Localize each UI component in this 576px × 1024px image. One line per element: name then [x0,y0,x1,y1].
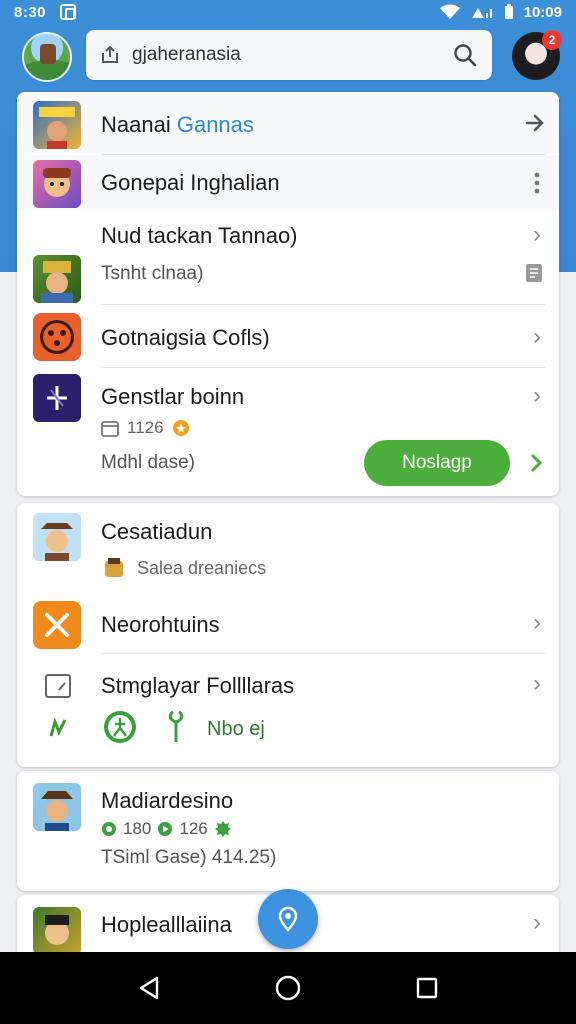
search-bar[interactable]: gjaheranasia [86,30,492,80]
location-fab[interactable] [258,889,318,949]
app-icon [33,513,81,561]
row-title: Nud tackan Tannao) [101,223,298,248]
list-item[interactable]: Nud tackan Tannao) › Tsnht clnaa) [17,211,559,303]
figure-icon[interactable] [103,710,137,744]
row-title: Neorohtuins [101,612,220,637]
row-meta: 1126 [101,418,190,438]
list-item[interactable]: Stmglayar Follllaras › Nbo ej [17,654,559,767]
search-icon[interactable] [452,42,478,68]
calendar-icon [101,421,119,437]
chevron-right-icon[interactable]: › [533,221,541,249]
battery-icon [504,4,513,19]
stats-card: Madiardesino 180 126 TSiml Gase) 414.25) [17,771,559,891]
row-subtitle: Mdhl dase) [101,452,195,473]
app-icon [33,783,81,831]
app-icon [33,313,81,361]
chevron-right-icon[interactable] [529,452,543,474]
system-nav-bar [0,952,576,1024]
star-icon [172,420,189,436]
list-item[interactable]: Gonepai Inghalian [17,155,559,211]
tags-text: Nbo ej [207,718,265,740]
status-time-right: 10:09 [523,3,562,21]
games-card: Naanai Gannas Gonepai Inghalian Nud tack… [17,92,559,496]
location-pin-icon [278,906,298,932]
share-icon[interactable] [100,45,120,65]
notification-badge: 2 [542,30,562,50]
row-title: Hoplealllaiina [101,912,232,937]
row-title-accent: Gannas [176,112,254,137]
chevron-right-icon[interactable]: › [533,382,541,410]
badge-icon [214,821,231,837]
row-subtitle: TSiml Gase) 414.25) [101,847,277,868]
back-icon[interactable] [138,976,160,1000]
stat-value: 126 [179,819,208,838]
document-icon[interactable] [525,263,543,283]
chevron-right-icon[interactable]: › [533,909,541,937]
row-title: Naanai [101,112,171,137]
row-title: Gonepai Inghalian [101,170,280,195]
row-title: Genstlar boinn [101,384,245,409]
home-icon[interactable] [275,975,301,1001]
row-subtitle: Tsnht clnaa) [101,263,204,284]
chevron-right-icon[interactable]: › [533,670,541,698]
row-title: Gotnaigsia Cofls) [101,325,270,350]
play-icon [158,822,173,836]
list-item[interactable]: Naanai Gannas [17,92,559,154]
row-subtitle: Salea dreaniecs [137,557,267,578]
row-title: Cesatiadun [101,519,213,544]
list-item[interactable]: Genstlar boinn › 1126 Mdhl dase) Noslagp [17,368,559,496]
plant-icon[interactable] [165,710,187,744]
wifi-icon [439,4,460,19]
app-icon [33,255,81,303]
app-icon [33,601,81,649]
row-title: Stmglayar Follllaras [101,673,295,698]
chevron-right-icon[interactable]: › [533,323,541,351]
install-button[interactable]: Noslagp [364,440,510,486]
signal-icon [471,8,492,18]
frame-icon [45,674,71,698]
list-item[interactable]: Cesatiadun Salea dreaniecs [17,503,559,591]
search-input[interactable]: gjaheranasia [132,44,452,66]
status-time-left: 8:30 [14,3,47,21]
meta-value: 1126 [127,418,164,437]
notification-icon [60,4,77,20]
list-item[interactable]: Gotnaigsia Cofls) › [17,305,559,367]
coin-icon [102,822,116,836]
app-logo[interactable] [22,32,72,82]
top-bar: gjaheranasia 2 [0,28,576,84]
arrow-right-icon[interactable] [525,112,545,134]
row-subtitle-group: Salea dreaniecs [101,555,266,581]
list-item[interactable]: Neorohtuins › [17,593,559,653]
app-icon [33,160,81,208]
stat-value: 180 [123,819,152,838]
leaf-icon [49,717,67,737]
row-title: Madiardesino [101,788,234,813]
chevron-right-icon[interactable]: › [533,609,541,637]
more-vertical-icon[interactable] [533,171,541,195]
profile-avatar[interactable]: 2 [512,30,562,80]
app-icon [33,374,81,422]
list-item[interactable]: Madiardesino 180 126 TSiml Gase) 414.25) [17,771,559,891]
recents-icon[interactable] [416,977,438,999]
stats-group: 180 126 [101,819,232,839]
character-icon [105,558,123,577]
features-card: Cesatiadun Salea dreaniecs Neorohtuins ›… [17,503,559,767]
status-bar: 8:30 10:09 [0,0,576,24]
app-icon [33,101,81,149]
app-icon [33,907,81,955]
